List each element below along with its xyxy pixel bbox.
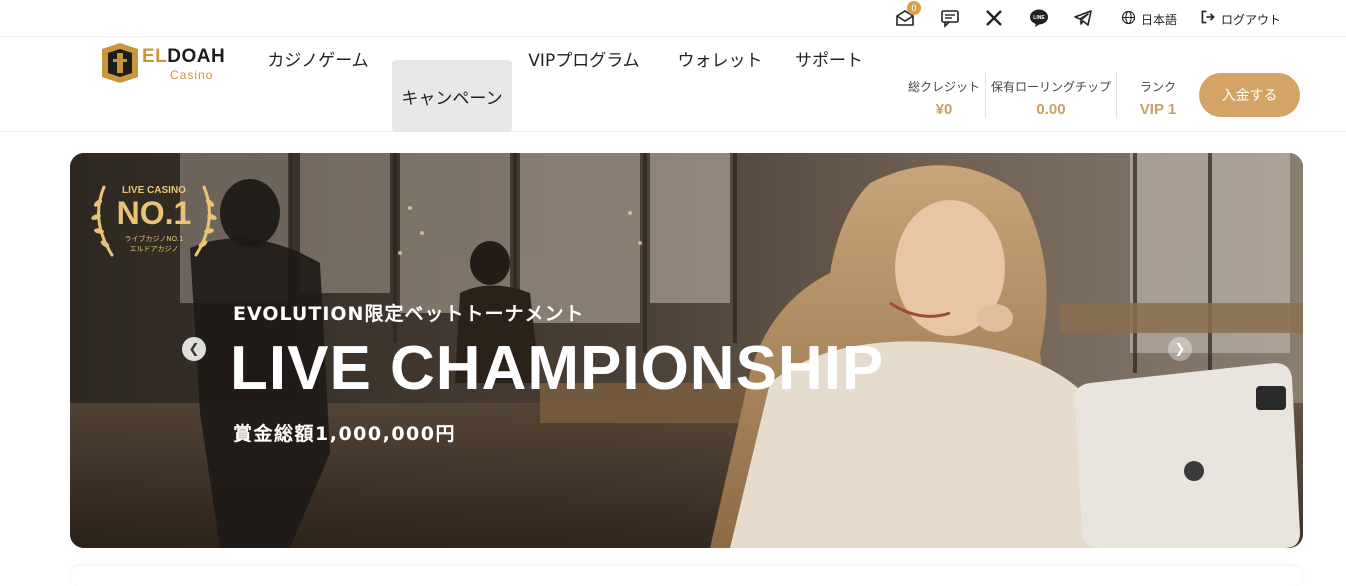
award-emblem: LIVE CASINO NO.1 ライブカジノNO.1 エルドアカジノ [84,175,224,267]
logout-icon-graphic [1201,10,1215,24]
rank-label: ランク [1139,80,1176,94]
logout-link[interactable]: ログアウト [1221,11,1281,28]
line-icon-graphic: LINE [1030,9,1048,27]
total-credit: 総クレジット ¥0 [900,78,988,118]
logo-wordmark: ELDOAH [142,46,225,68]
rolling-chip-value: 0.00 [1036,101,1066,118]
deposit-button[interactable]: 入金する [1199,73,1300,117]
total-credit-value: ¥0 [935,101,953,118]
line-icon[interactable]: LINE [1028,7,1050,29]
logo-subtext: Casino [170,68,214,82]
language-selector[interactable]: 日本語 [1141,11,1177,28]
banner-subtitle: EVOLUTION限定ベットトーナメント [233,303,585,325]
stat-divider [985,72,986,118]
rolling-chip-label: 保有ローリングチップ [990,80,1111,94]
nav-wallet[interactable]: ウォレット [668,22,772,94]
rolling-chip: 保有ローリングチップ 0.00 [988,78,1114,118]
notification-badge: 0 [907,1,921,15]
nav-casino-games[interactable]: カジノゲーム [256,22,380,94]
carousel-next-button[interactable]: ❯ [1168,337,1192,361]
award-line-2: NO.1 [116,195,192,231]
award-line-4: エルドアカジノ [129,245,179,253]
chevron-left-icon: ❮ [188,341,200,357]
logo-prefix: EL [142,46,168,67]
x-icon[interactable] [983,7,1005,29]
rank: ランク VIP 1 [1120,78,1196,118]
nav-vip-program[interactable]: VIPプログラム [518,22,650,94]
site-logo[interactable]: ELDOAH Casino [100,41,230,86]
mail-icon[interactable]: 0 [894,1,921,29]
carousel-prev-button[interactable]: ❮ [182,337,206,361]
award-line-3: ライブカジノNO.1 [124,235,184,243]
rank-value: VIP 1 [1139,101,1177,118]
banner-prize: 賞金総額1,000,000円 [233,423,456,445]
svg-text:LINE: LINE [1033,15,1045,21]
nav-campaign[interactable]: キャンペーン [392,60,512,132]
content-card [70,566,1303,586]
globe-icon-graphic [1121,10,1135,24]
nav-support[interactable]: サポート [786,22,872,94]
telegram-icon[interactable] [1072,7,1094,29]
telegram-icon-graphic [1074,10,1092,26]
logo-emblem-icon [102,43,138,83]
logo-word: DOAH [167,46,226,67]
stat-divider [1116,72,1117,118]
banner-title: LIVE CHAMPIONSHIP [230,334,885,403]
chat-icon-graphic [941,10,959,28]
hero-banner[interactable]: LIVE CASINO NO.1 ライブカジノNO.1 エルドアカジノ EVOL… [70,153,1303,548]
globe-icon[interactable] [1119,8,1137,26]
x-icon-graphic [986,10,1002,26]
chat-icon[interactable] [939,7,961,29]
chevron-right-icon: ❯ [1174,341,1186,357]
total-credit-label: 総クレジット [907,80,980,94]
logout-icon[interactable] [1199,8,1217,26]
